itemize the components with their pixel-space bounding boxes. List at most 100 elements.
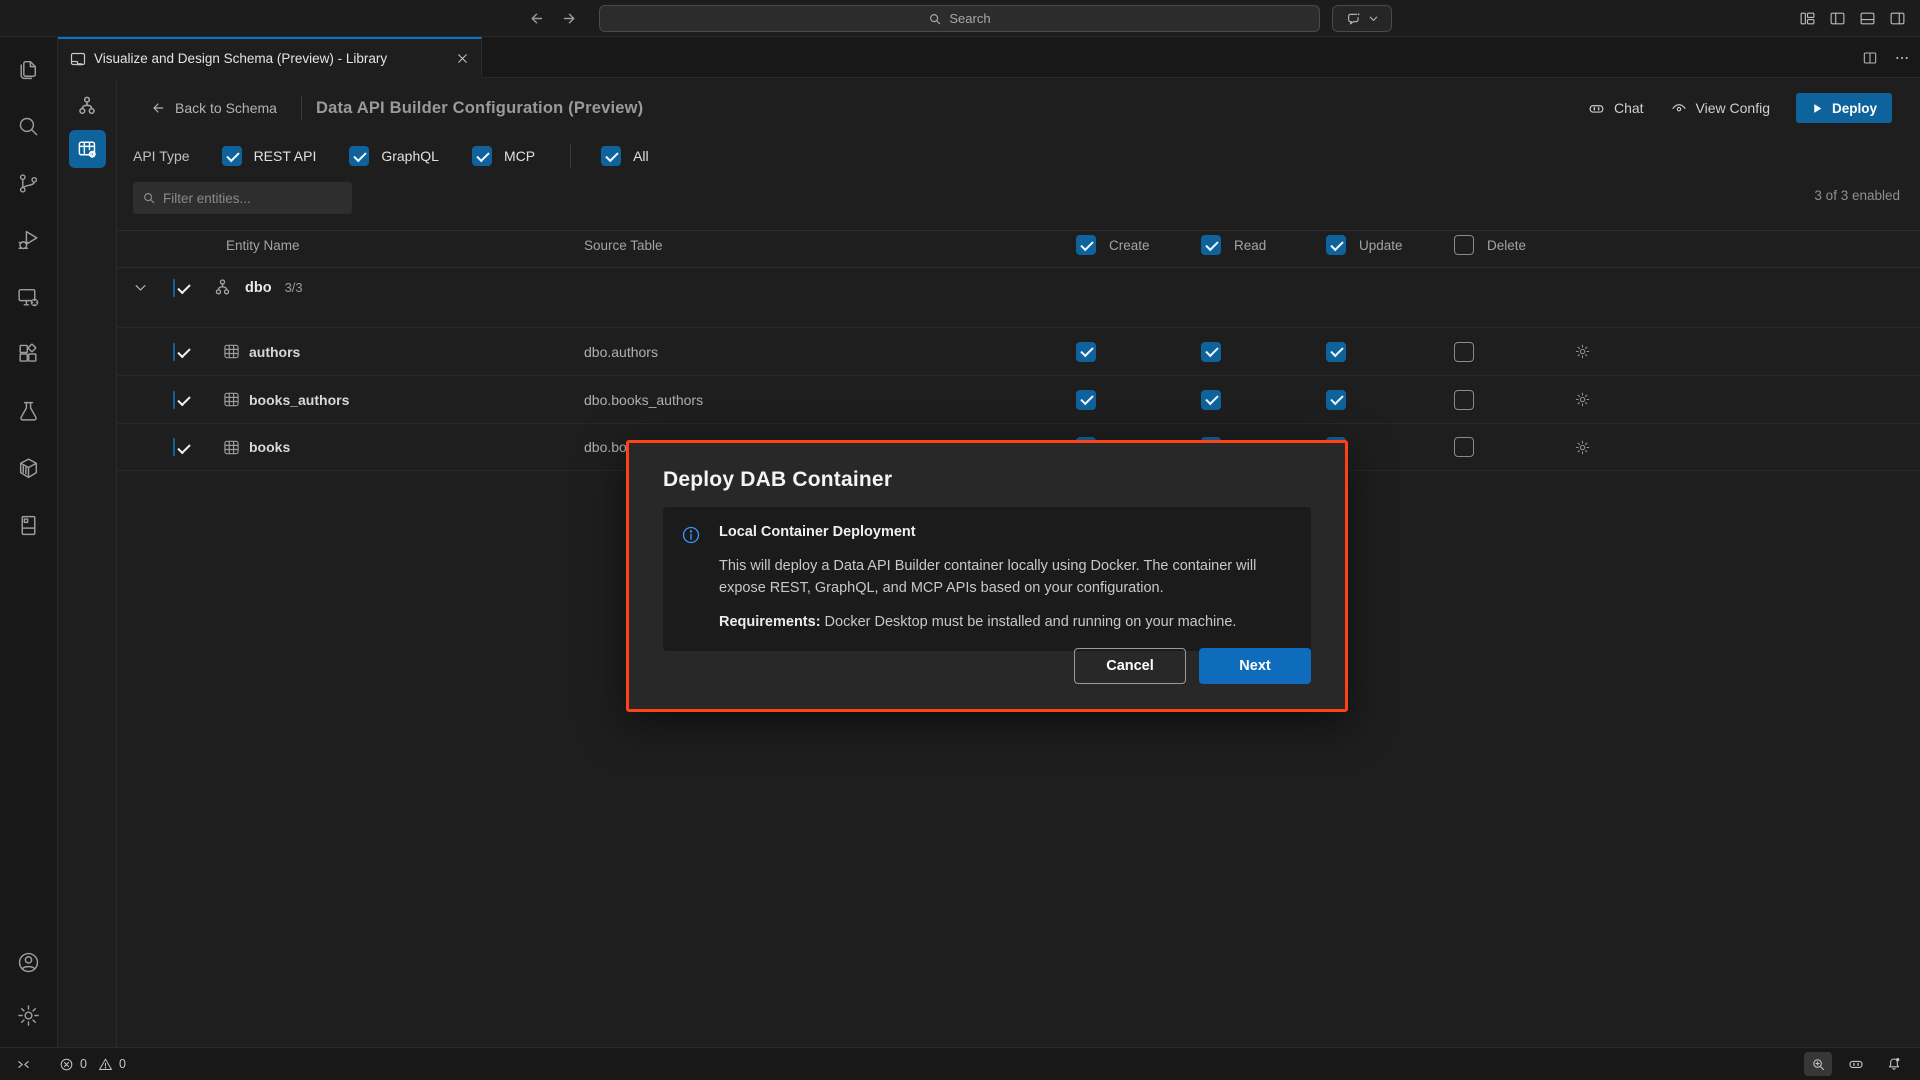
filter-entities-box[interactable] — [133, 182, 352, 214]
view-config-button[interactable]: View Config — [1670, 99, 1770, 117]
deploy-button[interactable]: Deploy — [1796, 93, 1892, 123]
database-project-icon[interactable] — [5, 504, 53, 547]
extensions-icon[interactable] — [5, 333, 53, 376]
problems-indicator[interactable]: 0 0 — [53, 1053, 132, 1075]
back-to-schema-label: Back to Schema — [175, 100, 277, 116]
read-checkbox[interactable] — [1201, 390, 1221, 410]
chat-button[interactable]: Chat — [1587, 99, 1644, 118]
zoom-indicator[interactable] — [1804, 1052, 1832, 1076]
read-all-checkbox[interactable] — [1201, 235, 1221, 255]
source-control-icon[interactable] — [5, 162, 53, 205]
column-delete: Delete — [1448, 235, 1560, 255]
copilot-menu-button[interactable] — [1332, 5, 1392, 32]
testing-icon[interactable] — [5, 390, 53, 433]
copilot-status-button[interactable] — [1841, 1053, 1871, 1075]
mcp-checkbox[interactable] — [472, 146, 492, 166]
graphql-checkbox[interactable] — [349, 146, 369, 166]
group-checkbox[interactable] — [173, 279, 175, 297]
chevron-down-icon — [1368, 13, 1379, 24]
delete-checkbox[interactable] — [1454, 437, 1474, 457]
cancel-button[interactable]: Cancel — [1074, 648, 1186, 684]
next-button[interactable]: Next — [1199, 648, 1311, 684]
entity-settings-gear-icon[interactable] — [1560, 439, 1920, 456]
update-checkbox[interactable] — [1326, 342, 1346, 362]
status-bar: 0 0 — [0, 1047, 1920, 1080]
chevron-down-icon[interactable] — [117, 280, 173, 295]
create-all-checkbox[interactable] — [1076, 235, 1096, 255]
entity-settings-gear-icon[interactable] — [1560, 391, 1920, 408]
all-checkbox[interactable] — [601, 146, 621, 166]
delete-all-checkbox[interactable] — [1454, 235, 1474, 255]
toggle-secondary-sidebar-icon[interactable] — [1889, 10, 1906, 27]
remote-explorer-icon[interactable] — [5, 276, 53, 319]
activity-bar — [0, 37, 58, 1047]
tab-visualize-design-schema[interactable]: Visualize and Design Schema (Preview) - … — [58, 37, 482, 78]
page-toolbar: Back to Schema Data API Builder Configur… — [117, 85, 1920, 131]
notifications-button[interactable] — [1880, 1053, 1908, 1075]
create-checkbox[interactable] — [1076, 390, 1096, 410]
entity-name: books_authors — [249, 392, 584, 408]
search-icon — [142, 191, 156, 205]
rest-api-option[interactable]: REST API — [222, 146, 317, 166]
more-actions-icon[interactable] — [1894, 50, 1910, 66]
update-checkbox[interactable] — [1326, 390, 1346, 410]
source-table: dbo.authors — [584, 344, 1070, 360]
command-center-search[interactable]: Search — [599, 5, 1320, 32]
copilot-chat-icon — [1346, 11, 1362, 27]
dialog-title: Deploy DAB Container — [663, 468, 1311, 492]
bell-dot-icon — [1886, 1056, 1902, 1072]
search-label: Search — [949, 11, 990, 26]
remote-connect-button[interactable] — [10, 1053, 37, 1075]
split-editor-icon[interactable] — [1862, 50, 1878, 66]
row-checkbox[interactable] — [173, 343, 175, 361]
search-icon — [928, 12, 942, 26]
remote-connect-icon — [16, 1057, 31, 1072]
history-forward-icon[interactable] — [561, 10, 578, 27]
update-all-checkbox[interactable] — [1326, 235, 1346, 255]
filter-entities-input[interactable] — [163, 191, 343, 206]
delete-checkbox[interactable] — [1454, 390, 1474, 410]
schema-icon — [213, 278, 232, 297]
explorer-icon[interactable] — [5, 48, 53, 91]
create-checkbox[interactable] — [1076, 342, 1096, 362]
info-box-title: Local Container Deployment — [719, 524, 1291, 545]
containers-icon[interactable] — [5, 447, 53, 490]
column-source-table: Source Table — [584, 238, 1070, 253]
all-option[interactable]: All — [601, 146, 649, 166]
filter-divider — [570, 144, 571, 168]
rest-api-checkbox[interactable] — [222, 146, 242, 166]
history-back-icon[interactable] — [528, 10, 545, 27]
schema-visualizer-icon[interactable] — [72, 91, 102, 121]
graphql-option[interactable]: GraphQL — [349, 146, 439, 166]
settings-gear-icon[interactable] — [5, 994, 53, 1037]
tab-title: Visualize and Design Schema (Preview) - … — [94, 51, 387, 66]
mcp-option[interactable]: MCP — [472, 146, 535, 166]
row-checkbox[interactable] — [173, 438, 175, 456]
toggle-primary-sidebar-icon[interactable] — [1829, 10, 1846, 27]
toggle-panel-icon[interactable] — [1859, 10, 1876, 27]
search-icon[interactable] — [5, 105, 53, 148]
play-icon — [1811, 102, 1824, 115]
table-icon — [213, 439, 249, 456]
accounts-icon[interactable] — [5, 941, 53, 984]
enabled-summary: 3 of 3 enabled — [1814, 188, 1900, 203]
deploy-label: Deploy — [1832, 101, 1877, 116]
schema-group-row-dbo: dbo 3/3 — [117, 268, 1920, 327]
entity-settings-gear-icon[interactable] — [1560, 343, 1920, 360]
entity-row-authors: authors dbo.authors — [117, 327, 1920, 375]
page-title: Data API Builder Configuration (Preview) — [316, 99, 643, 118]
read-checkbox[interactable] — [1201, 342, 1221, 362]
entity-table: Entity Name Source Table Create Read Upd… — [117, 230, 1920, 471]
column-update: Update — [1320, 235, 1448, 255]
dab-configuration-tab-selected[interactable] — [69, 130, 106, 168]
entity-filter-row: 3 of 3 enabled — [117, 180, 1920, 216]
editor-tab-bar: Visualize and Design Schema (Preview) - … — [58, 37, 1920, 78]
run-and-debug-icon[interactable] — [5, 219, 53, 262]
column-create: Create — [1070, 235, 1195, 255]
delete-checkbox[interactable] — [1454, 342, 1474, 362]
back-to-schema-button[interactable]: Back to Schema — [150, 100, 277, 116]
tab-close-icon[interactable] — [456, 52, 469, 65]
row-checkbox[interactable] — [173, 391, 175, 409]
api-type-filter-row: API Type REST API GraphQL MCP All — [133, 138, 682, 174]
customize-layout-icon[interactable] — [1799, 10, 1816, 27]
